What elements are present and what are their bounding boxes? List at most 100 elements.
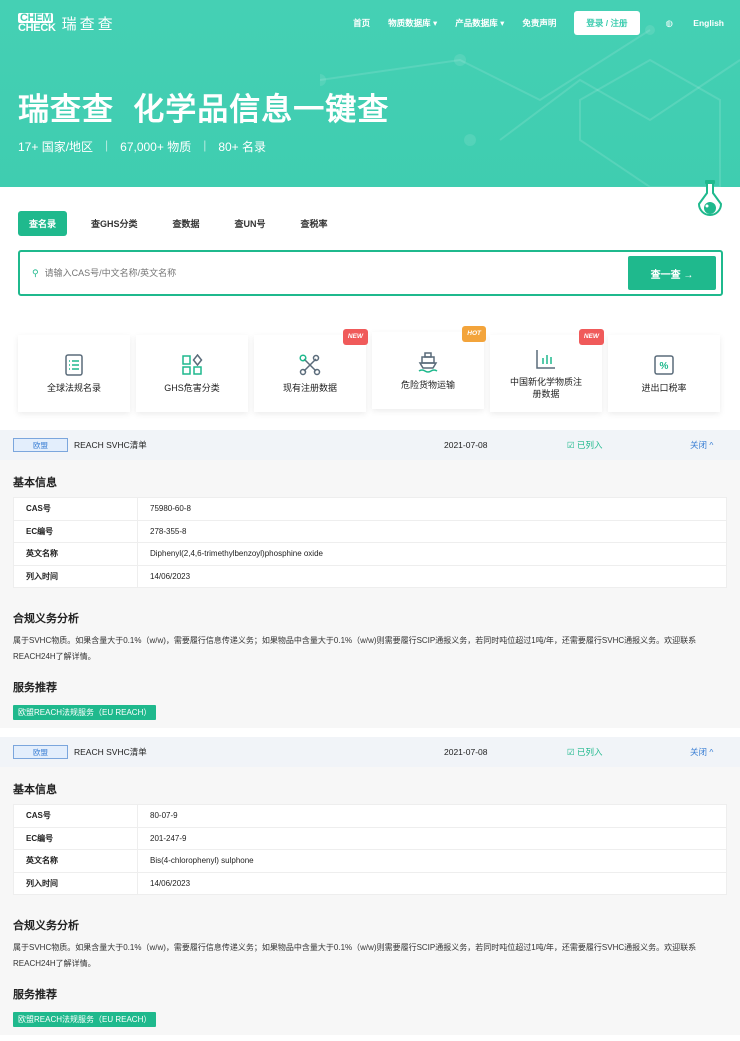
table-row: CAS号 80-07-9 <box>13 804 727 828</box>
card-global-lists[interactable]: 全球法规名录 <box>18 335 130 412</box>
section-title: 服务推荐 <box>13 989 57 1001</box>
row-key: CAS号 <box>13 497 138 521</box>
card-label: 进出口税率 <box>641 382 687 393</box>
tab-lists[interactable]: 查名录 <box>18 211 68 236</box>
analysis-text: 属于SVHC物质。如果含量大于0.1%（w/w)，需要履行信息传递义务；如果物品… <box>13 943 697 968</box>
list-date: 2021-07-08 <box>444 747 488 757</box>
search-box: ⚲ 查一查 → <box>18 250 723 296</box>
svg-text:%: % <box>660 361 669 372</box>
list-icon <box>65 353 83 376</box>
tab-ghs[interactable]: 查GHS分类 <box>80 211 149 236</box>
row-value: Diphenyl(2,4,6-trimethylbenzoyl)phosphin… <box>137 542 727 566</box>
row-value: 14/06/2023 <box>137 564 727 588</box>
search-tabs: 查名录 查GHS分类 查数据 查UN号 查税率 <box>18 211 352 236</box>
card-ghs[interactable]: GHS危害分类 <box>136 335 248 412</box>
tab-data[interactable]: 查数据 <box>162 211 211 236</box>
basic-info-table: CAS号 80-07-9 EC编号 201-247-9 英文名称 Bis(4-chlo… <box>13 804 727 895</box>
service-tag[interactable]: 欧盟REACH法规服务（EU REACH） <box>13 1012 157 1027</box>
row-key: EC编号 <box>13 519 138 543</box>
status-label: 已列入 <box>576 747 603 757</box>
card-label: 中国新化学物质注册数据 <box>509 376 582 399</box>
hero-stats: 17+ 国家/地区 | 67,000+ 物质 | 80+ 名录 <box>18 138 267 154</box>
collapse-button[interactable]: 关闭 ^ <box>690 746 713 758</box>
section-title: 合规义务分析 <box>13 920 79 932</box>
row-key: 英文名称 <box>13 849 138 873</box>
row-value: Bis(4-chlorophenyl) sulphone <box>137 849 727 873</box>
table-row: 英文名称 Diphenyl(2,4,6-trimethylbenzoyl)phos… <box>13 542 727 566</box>
search-input[interactable] <box>44 268 628 278</box>
card-china-new-chemicals[interactable]: NEW 中国新化学物质注册数据 <box>490 329 604 412</box>
list-date: 2021-07-08 <box>444 440 488 450</box>
table-row: CAS号 75980-60-8 <box>13 497 727 521</box>
search-button[interactable]: 查一查 → <box>628 256 716 290</box>
nav-disclaimer[interactable]: 免责声明 <box>522 17 556 29</box>
row-key: 列入时间 <box>13 871 138 895</box>
region-tag: 欧盟 <box>13 745 68 759</box>
service-tag[interactable]: 欧盟REACH法规服务（EU REACH） <box>13 705 157 720</box>
language-switch[interactable]: ◍ English <box>648 18 725 29</box>
record: 欧盟 REACH SVHC清单 2021-07-08 ☑ 已列入 关闭 ^ 基本… <box>0 737 740 1035</box>
new-badge: NEW <box>578 329 604 345</box>
collapse-button[interactable]: 关闭 ^ <box>690 439 713 451</box>
section-title: 合规义务分析 <box>13 613 79 625</box>
login-button[interactable]: 登录 / 注册 <box>574 11 640 35</box>
logo[interactable]: CHEM CHECK 瑞查查 <box>18 13 116 34</box>
record-header: 欧盟 REACH SVHC清单 2021-07-08 ☑ 已列入 关闭 ^ <box>0 430 740 460</box>
hot-badge: HOT <box>462 326 486 342</box>
table-row: EC编号 201-247-9 <box>13 826 727 850</box>
logo-bottom: CHECK <box>18 22 56 34</box>
region-tag: 欧盟 <box>13 438 68 452</box>
card-registration[interactable]: NEW 现有注册数据 <box>254 329 368 412</box>
row-value: 278-355-8 <box>137 519 727 543</box>
section-title: 基本信息 <box>13 784 57 796</box>
network-icon <box>299 353 321 375</box>
shapes-icon <box>182 353 203 375</box>
row-key: 英文名称 <box>13 542 138 566</box>
feature-cards: 全球法规名录 GHS危害分类 NEW 现有注册数据 HOT 危险货物运输 NEW… <box>18 326 720 412</box>
table-row: EC编号 278-355-8 <box>13 519 727 543</box>
card-tariff[interactable]: % 进出口税率 <box>608 335 720 412</box>
card-dangerous-goods[interactable]: HOT 危险货物运输 <box>372 326 486 409</box>
list-name: REACH SVHC清单 <box>74 440 147 450</box>
card-label: 现有注册数据 <box>282 382 337 393</box>
hero-slogan: 化学品信息一键查 <box>133 92 390 127</box>
row-value: 14/06/2023 <box>137 871 727 895</box>
tab-un[interactable]: 查UN号 <box>224 211 277 236</box>
row-value: 201-247-9 <box>137 826 727 850</box>
tab-tax[interactable]: 查税率 <box>290 211 339 236</box>
section-title: 基本信息 <box>13 477 57 489</box>
search-icon: ⚲ <box>32 267 39 278</box>
section-title: 服务推荐 <box>13 682 57 694</box>
ship-icon <box>418 351 438 373</box>
bar-chart-icon <box>536 349 555 369</box>
percent-icon: % <box>654 354 674 375</box>
logo-text: 瑞查查 <box>61 15 116 33</box>
hero-title: 瑞查查 化学品信息一键查 <box>18 84 389 129</box>
stat-countries: 17+ 国家/地区 <box>18 140 94 154</box>
globe-icon: ◍ <box>665 17 673 28</box>
nav-product-db[interactable]: 产品数据库 ▾ <box>455 17 504 29</box>
status-badge: ☑ 已列入 <box>567 440 603 450</box>
record: 欧盟 REACH SVHC清单 2021-07-08 ☑ 已列入 关闭 ^ 基本… <box>0 430 740 728</box>
card-label: 全球法规名录 <box>46 382 101 393</box>
flask-icon <box>697 180 723 216</box>
stat-lists: 80+ 名录 <box>218 140 267 154</box>
status-badge: ☑ 已列入 <box>567 747 603 757</box>
row-value: 80-07-9 <box>137 804 727 828</box>
row-key: 列入时间 <box>13 564 138 588</box>
nav-substance-db[interactable]: 物质数据库 ▾ <box>388 17 437 29</box>
table-row: 列入时间 14/06/2023 <box>13 564 727 588</box>
hero-brand: 瑞查查 <box>18 84 114 129</box>
status-label: 已列入 <box>576 440 603 450</box>
table-row: 列入时间 14/06/2023 <box>13 871 727 895</box>
basic-info-table: CAS号 75980-60-8 EC编号 278-355-8 英文名称 Dipheny… <box>13 497 727 588</box>
card-label: GHS危害分类 <box>164 382 220 393</box>
card-label: 危险货物运输 <box>400 379 455 390</box>
row-value: 75980-60-8 <box>137 497 727 521</box>
nav-home[interactable]: 首页 <box>353 17 370 29</box>
row-key: EC编号 <box>13 826 138 850</box>
hero-banner: CHEM CHECK 瑞查查 首页 物质数据库 ▾ 产品数据库 ▾ 免责声明 登录… <box>0 0 740 187</box>
new-badge: NEW <box>342 329 368 345</box>
language-label: English <box>693 17 724 28</box>
row-key: CAS号 <box>13 804 138 828</box>
